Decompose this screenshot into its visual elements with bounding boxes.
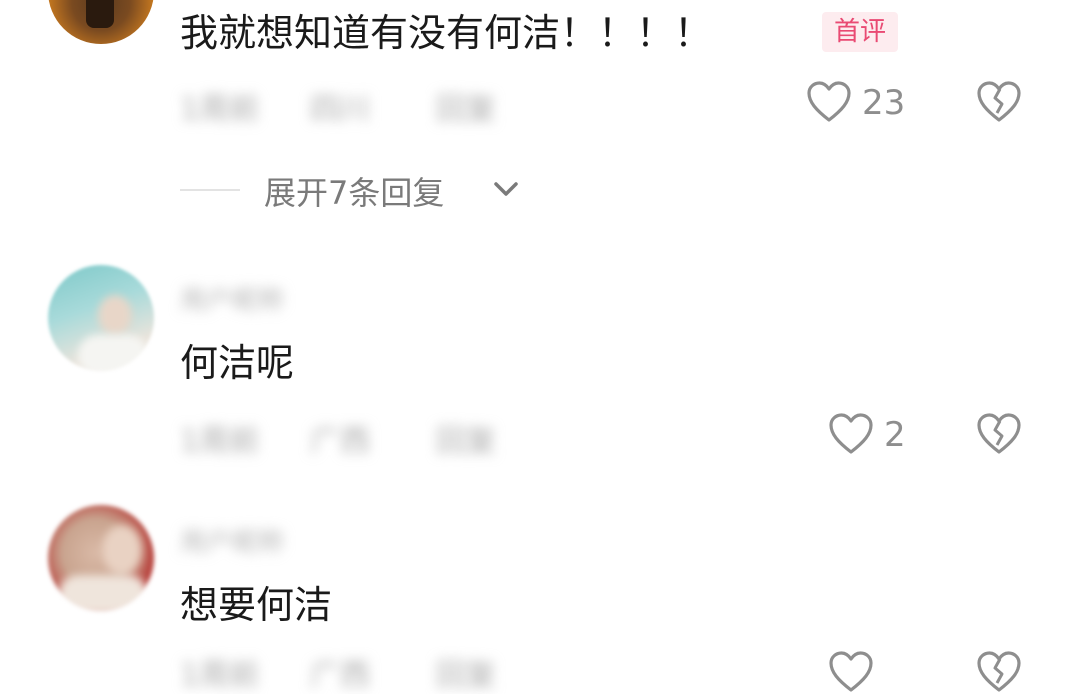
comment-location: 广西 [310, 658, 370, 693]
comment-time: 1周前 [180, 92, 260, 127]
comment-location: 四川 [310, 92, 370, 127]
expand-divider [180, 189, 240, 191]
like-count: 23 [862, 83, 906, 123]
expand-replies-label: 展开7条回复 [264, 174, 445, 212]
like-heart-icon[interactable] [828, 650, 874, 694]
first-comment-badge: 首评 [822, 12, 899, 52]
reply-button[interactable]: 回复 [436, 416, 496, 460]
like-count: 2 [884, 415, 906, 455]
comment-text: 何洁呢 [180, 341, 295, 385]
reply-button[interactable]: 回复 [436, 650, 496, 694]
comment-text: 想要何洁 [180, 583, 333, 627]
comment-text: 我就想知道有没有何洁！！！！ [180, 11, 713, 55]
like-heart-icon[interactable] [806, 80, 852, 124]
comment-time: 1周前 [180, 424, 260, 459]
chevron-down-icon [494, 182, 518, 196]
like-heart-icon[interactable] [828, 412, 874, 456]
avatar[interactable] [48, 0, 154, 44]
dislike-broken-heart-icon[interactable] [976, 80, 1022, 124]
avatar[interactable] [48, 505, 154, 611]
dislike-broken-heart-icon[interactable] [976, 650, 1022, 694]
reply-button[interactable]: 回复 [436, 84, 496, 128]
username[interactable]: 用户昵称 [180, 280, 356, 317]
avatar[interactable] [48, 265, 154, 371]
dislike-broken-heart-icon[interactable] [976, 412, 1022, 456]
comment-time: 1周前 [180, 658, 260, 693]
username[interactable]: 用户昵称 [180, 522, 330, 559]
comment-location: 广西 [310, 424, 370, 459]
